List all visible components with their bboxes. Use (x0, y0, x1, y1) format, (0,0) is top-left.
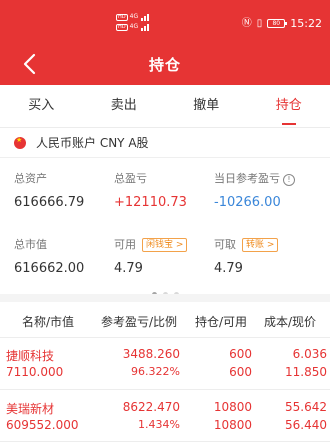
account-selector[interactable]: 人民币账户 CNY A股 (0, 128, 330, 158)
available-funds: 可用 闲钱宝 > 4.79 (114, 236, 188, 276)
total-assets: 总资产 616666.79 (14, 170, 84, 210)
col-name-value: 名称/市值 (22, 315, 75, 329)
tab-holdings[interactable]: 持仓 (248, 85, 330, 127)
total-pl-value: +12110.73 (114, 195, 187, 210)
account-label: 人民币账户 CNY A股 (36, 136, 149, 150)
withdrawable-value: 4.79 (214, 261, 243, 276)
title-bar: 持仓 (0, 44, 330, 85)
total-assets-label: 总资产 (14, 172, 47, 185)
col-position-available: 持仓/可用 (195, 315, 248, 329)
page-title: 持仓 (148, 56, 181, 74)
signal-indicator-2: HD 4G (116, 23, 150, 31)
market-value-value: 616662.00 (14, 261, 85, 276)
withdrawable-label: 可取 (214, 238, 236, 251)
tab-buy[interactable]: 买入 (0, 85, 83, 127)
battery-level: 80 (272, 20, 281, 27)
stock-available: 10800 (213, 418, 252, 432)
clock: 15:22 (290, 17, 322, 30)
idle-money-chip[interactable]: 闲钱宝 > (142, 238, 188, 252)
stock-position: 10800 (213, 400, 252, 414)
stock-position: 600 (229, 347, 252, 361)
network-type: 4G (129, 23, 139, 30)
asset-summary: 总资产 616666.79 总盈亏 +12110.73 当日参考盈亏! -102… (0, 158, 330, 280)
market-value-label: 总市值 (14, 238, 47, 251)
signal-bars-icon (140, 14, 150, 21)
tab-sell[interactable]: 卖出 (83, 85, 166, 127)
available-value: 4.79 (114, 261, 143, 276)
stock-pl: 3488.260 (122, 347, 180, 361)
tab-cancel[interactable]: 撤单 (165, 85, 248, 127)
total-assets-value: 616666.79 (14, 195, 85, 210)
hd-badge: HD (116, 14, 128, 21)
total-pl-label: 总盈亏 (114, 172, 147, 185)
table-row[interactable]: 美瑞新材 609552.000 8622.470 1.434% 10800 10… (0, 390, 330, 442)
stock-market-value: 609552.000 (6, 418, 79, 432)
holdings-table-header: 名称/市值 参考盈亏/比例 持仓/可用 成本/现价 (0, 302, 330, 338)
section-divider (0, 294, 330, 302)
today-pl: 当日参考盈亏! -10266.00 (214, 170, 295, 210)
table-row[interactable]: 捷顺科技 7110.000 3488.260 96.322% 600 600 6… (0, 338, 330, 390)
transfer-chip[interactable]: 转账 > (242, 238, 279, 252)
vibrate-icon: ▯ (256, 17, 263, 29)
network-type: 4G (129, 13, 139, 20)
info-icon[interactable]: ! (283, 174, 295, 186)
stock-cost: 55.642 (285, 400, 327, 414)
col-pl-ratio: 参考盈亏/比例 (101, 315, 178, 329)
stock-cost: 6.036 (292, 347, 327, 361)
stock-pl-ratio: 96.322% (131, 365, 180, 378)
withdrawable-funds: 可取 转账 > 4.79 (214, 236, 279, 276)
battery-icon: 80 (267, 19, 288, 28)
signal-bars-icon (140, 24, 150, 31)
signal-indicator-1: HD 4G (116, 13, 150, 21)
stock-pl: 8622.470 (122, 400, 180, 414)
col-cost-price: 成本/现价 (264, 315, 317, 329)
hd-badge: HD (116, 24, 128, 31)
today-pl-value: -10266.00 (214, 195, 281, 210)
china-flag-icon (14, 136, 26, 149)
stock-market-value: 7110.000 (6, 365, 64, 379)
market-value: 总市值 616662.00 (14, 236, 84, 276)
stock-available: 600 (229, 365, 252, 379)
stock-name: 美瑞新材 (6, 402, 55, 416)
stock-name: 捷顺科技 (6, 349, 55, 363)
status-right: Ⓝ ▯ 80 15:22 (242, 17, 322, 30)
nfc-icon: Ⓝ (241, 17, 252, 29)
stock-price: 56.440 (285, 418, 327, 432)
today-pl-label: 当日参考盈亏 (214, 172, 280, 185)
stock-price: 11.850 (285, 365, 327, 379)
stock-pl-ratio: 1.434% (138, 418, 180, 431)
total-pl: 总盈亏 +12110.73 (114, 170, 187, 210)
available-label: 可用 (114, 238, 136, 251)
trade-tabs: 买入 卖出 撤单 持仓 (0, 85, 330, 128)
status-bar: HD 4G HD 4G Ⓝ ▯ 80 15:22 (0, 0, 330, 44)
